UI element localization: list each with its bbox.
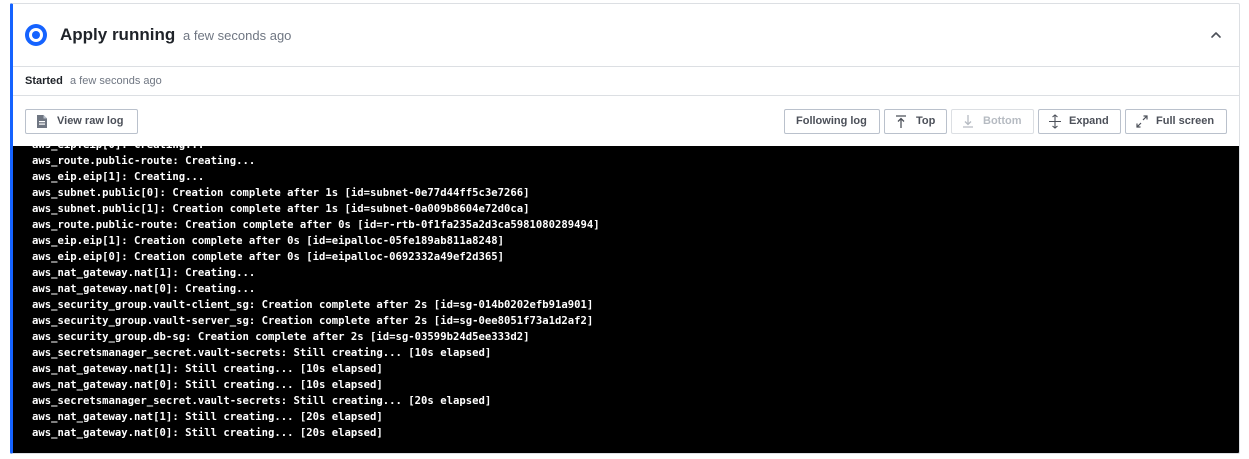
full-screen-button[interactable]: Full screen [1125,109,1227,134]
top-label: Top [916,115,936,127]
log-toolbar: View raw log Following log Top Bottom Ex… [13,96,1239,146]
log-line: aws_eip.eip[0]: Creation complete after … [32,251,504,263]
running-status-icon [25,24,47,46]
log-line: aws_subnet.public[1]: Creation complete … [32,203,530,215]
log-line: aws_route.public-route: Creating... [32,155,256,167]
log-line: aws_nat_gateway.nat[0]: Creating... [32,283,256,295]
run-status-time: a few seconds ago [183,28,292,43]
expand-label: Expand [1069,115,1109,127]
started-row: Started a few seconds ago [13,67,1239,96]
log-line: aws_eip.eip[1]: Creation complete after … [32,235,504,247]
run-panel: Apply running a few seconds ago Started … [10,3,1240,454]
log-line: aws_security_group.vault-client_sg: Crea… [32,299,594,311]
bottom-button[interactable]: Bottom [951,109,1034,134]
bottom-label: Bottom [983,115,1022,127]
view-raw-log-button[interactable]: View raw log [25,109,138,134]
log-line: aws_nat_gateway.nat[0]: Still creating..… [32,379,383,391]
run-status-title: Apply running [60,25,176,44]
document-icon [35,114,49,129]
chevron-up-icon[interactable] [1207,26,1225,44]
log-line: aws_nat_gateway.nat[0]: Still creating..… [32,427,383,439]
started-time: a few seconds ago [70,75,162,87]
arrow-to-bottom-icon [961,114,975,129]
log-line: aws_security_group.db-sg: Creation compl… [32,331,530,343]
log-line: aws_nat_gateway.nat[1]: Still creating..… [32,363,383,375]
log-line: aws_nat_gateway.nat[1]: Creating... [32,267,256,279]
following-log-button[interactable]: Following log [784,109,880,134]
log-line: aws_subnet.public[0]: Creation complete … [32,187,530,199]
log-line: aws_route.public-route: Creation complet… [32,219,600,231]
top-button[interactable]: Top [884,109,947,134]
log-line: aws_secretsmanager_secret.vault-secrets:… [32,347,492,359]
view-raw-log-label: View raw log [57,115,124,127]
log-line: aws_secretsmanager_secret.vault-secrets:… [32,395,492,407]
log-line: aws_eip.eip[1]: Creating... [32,171,205,183]
expand-button[interactable]: Expand [1038,109,1121,134]
full-screen-icon [1135,114,1149,129]
log-line: aws_security_group.vault-server_sg: Crea… [32,315,594,327]
following-log-label: Following log [796,115,867,127]
log-line: aws_nat_gateway.nat[1]: Still creating..… [32,411,383,423]
log-output[interactable]: aws_eip.eip[0]: Creating... aws_route.pub… [13,146,1239,453]
expand-icon [1048,114,1062,129]
log-line: aws_eip.eip[0]: Creating... [32,146,600,153]
arrow-to-top-icon [894,114,908,129]
log-lines: aws_eip.eip[0]: Creating... aws_route.pub… [32,146,600,441]
full-screen-label: Full screen [1156,115,1215,127]
run-header[interactable]: Apply running a few seconds ago [13,4,1239,67]
started-label: Started [25,75,63,87]
